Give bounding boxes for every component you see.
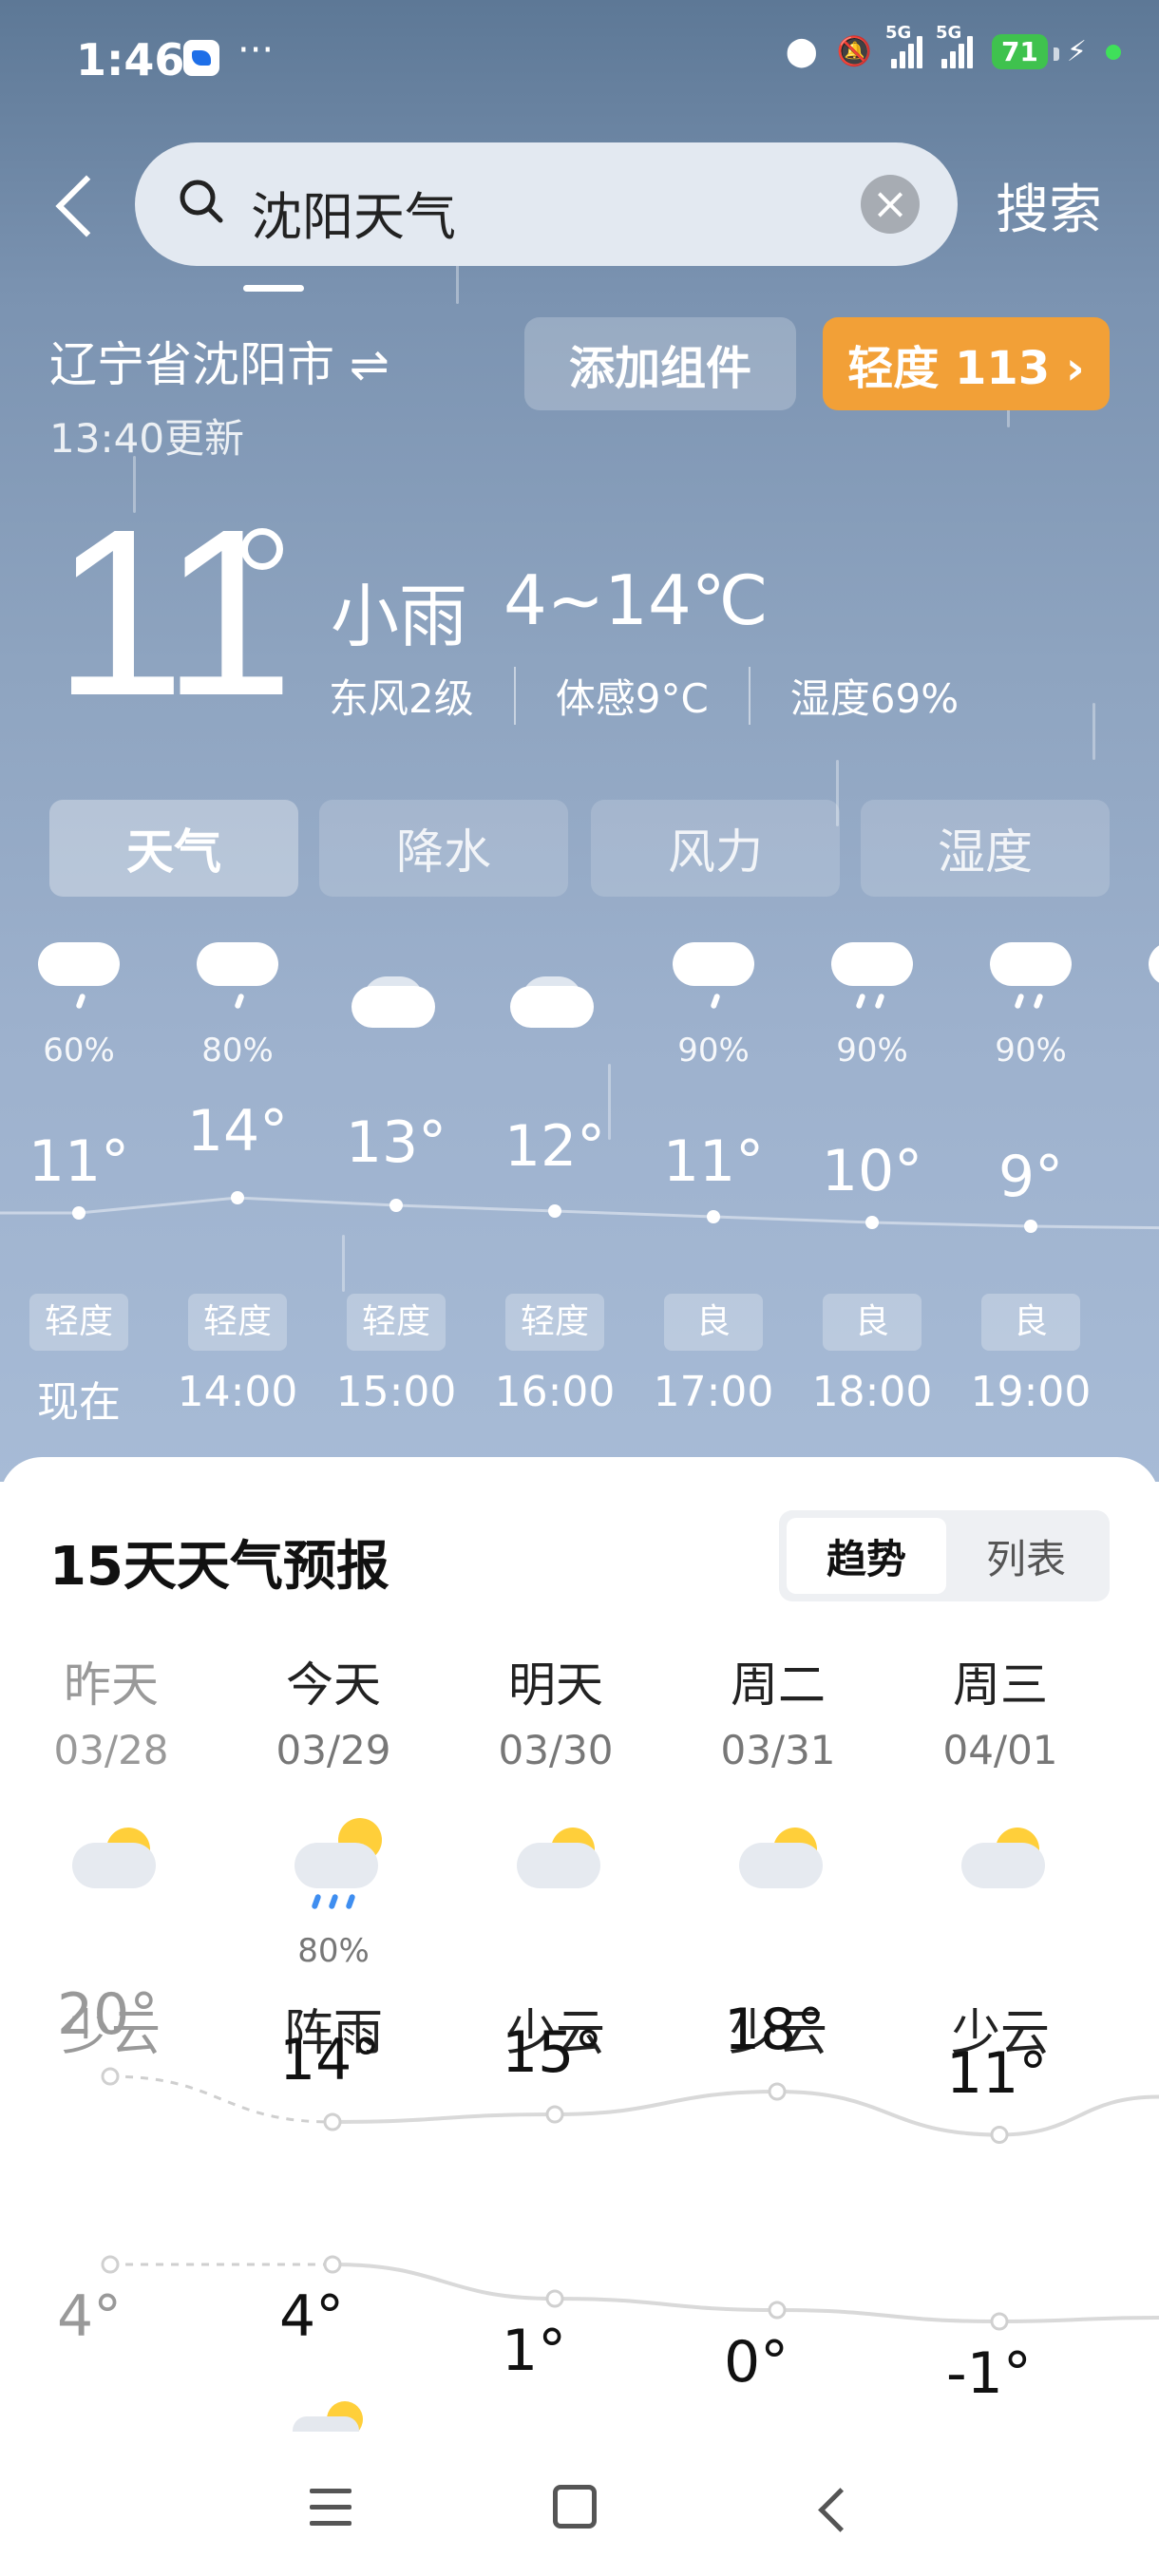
degree-symbol bbox=[241, 528, 283, 570]
hourly-time: 15:00 bbox=[335, 1368, 457, 1416]
feels-like-text: 体感9°C bbox=[556, 667, 750, 725]
cloudy-icon bbox=[315, 927, 477, 1032]
light-rain-icon bbox=[157, 927, 318, 1032]
air-quality-badge: 轻度 bbox=[29, 1294, 128, 1351]
battery-indicator: 71 bbox=[991, 34, 1059, 69]
high-temperature-point bbox=[101, 2067, 120, 2086]
light-rain-icon bbox=[633, 927, 794, 1032]
current-condition: 小雨 bbox=[331, 577, 468, 656]
home-button[interactable] bbox=[553, 2485, 597, 2529]
low-temperature-point bbox=[990, 2312, 1009, 2331]
mute-icon: 🔕 bbox=[836, 35, 872, 68]
low-temperature-point bbox=[323, 2255, 342, 2274]
hourly-item[interactable]: 13° 轻度 15:00 bbox=[315, 927, 477, 1416]
high-temperature-label: 14° bbox=[279, 2027, 381, 2093]
status-bar: 1:46 ··· ⬤ 🔕 5G 5G 71 ⚡ bbox=[0, 0, 1159, 114]
hourly-item[interactable]: 90% 11° 良 17:00 bbox=[633, 927, 794, 1416]
add-widget-button[interactable]: 添加组件 bbox=[524, 317, 796, 410]
low-temperature-label: 4° bbox=[57, 2283, 123, 2350]
air-quality-badge: 良 bbox=[664, 1294, 763, 1351]
aqi-button[interactable]: 轻度 113 › bbox=[823, 317, 1110, 410]
precipitation-chance: 80% bbox=[201, 1032, 274, 1070]
hourly-item[interactable]: 90% 10° 良 18:00 bbox=[791, 927, 953, 1416]
search-button[interactable]: 搜索 bbox=[996, 167, 1102, 244]
high-temperature-label: 20° bbox=[57, 1981, 159, 2048]
air-quality-badge: 轻度 bbox=[347, 1294, 446, 1351]
low-temperature-point bbox=[545, 2289, 564, 2308]
location-switch[interactable]: 辽宁省沈阳市 ⇌ bbox=[49, 327, 390, 395]
high-temperature-label: 18° bbox=[724, 1997, 826, 2063]
precipitation-chance: 60% bbox=[43, 1032, 115, 1070]
hourly-time: 19:00 bbox=[970, 1368, 1092, 1416]
rain-icon bbox=[950, 927, 1112, 1032]
high-temperature-label: 15° bbox=[502, 2019, 603, 2086]
clear-icon[interactable]: × bbox=[861, 175, 920, 234]
hourly-item[interactable]: 920 bbox=[1109, 927, 1159, 1032]
precipitation-chance: 90% bbox=[995, 1032, 1067, 1070]
tab-humidity[interactable]: 湿度 bbox=[861, 800, 1110, 897]
hourly-time: 20 bbox=[1109, 1368, 1159, 1416]
air-quality-badge: 轻度 bbox=[505, 1294, 604, 1351]
location-icon: ⬤ bbox=[786, 35, 818, 68]
system-back-button[interactable] bbox=[813, 2489, 855, 2530]
high-temperature-point bbox=[768, 2082, 787, 2101]
tab-indicator bbox=[243, 285, 304, 292]
low-temperature-label: -1° bbox=[946, 2340, 1032, 2407]
status-time: 1:46 bbox=[76, 34, 185, 85]
hourly-time: 17:00 bbox=[653, 1368, 774, 1416]
high-temperature-point bbox=[545, 2105, 564, 2124]
signal-icon: 5G bbox=[885, 23, 922, 68]
air-quality-badge: 轻度 bbox=[188, 1294, 287, 1351]
search-query: 沈阳天气 bbox=[251, 187, 456, 247]
search-icon bbox=[180, 180, 223, 223]
air-quality-badge: 良 bbox=[823, 1294, 922, 1351]
hourly-time: 现在 bbox=[37, 1378, 121, 1427]
hourly-temperature: 14° bbox=[186, 1098, 289, 1165]
humidity-text: 湿度69% bbox=[789, 675, 960, 722]
low-temperature-label: 1° bbox=[502, 2318, 567, 2384]
high-temperature-label: 11° bbox=[946, 2039, 1048, 2107]
tab-precipitation[interactable]: 降水 bbox=[319, 800, 568, 897]
current-details: 东风2级 体感9°C 湿度69% bbox=[329, 667, 1038, 725]
recent-apps-button[interactable] bbox=[310, 2489, 352, 2527]
high-temperature-point bbox=[323, 2112, 342, 2131]
hourly-item[interactable]: 90% 9° 良 19:00 bbox=[950, 927, 1112, 1416]
hourly-time: 18:00 bbox=[811, 1368, 933, 1416]
temperature-range: 4~14℃ bbox=[504, 560, 769, 640]
rain-icon bbox=[791, 927, 953, 1032]
cloudy-icon bbox=[474, 927, 636, 1032]
precipitation-chance: 90% bbox=[677, 1032, 750, 1070]
app-notification-icon bbox=[183, 40, 219, 76]
forecast-sheet: 15天天气预报 趋势 列表 昨天 03/28 少云 今天 03/29 80% 阵雨 明天 03/… bbox=[0, 1457, 1159, 2576]
system-navigation-bar bbox=[0, 2432, 1159, 2576]
hourly-temperature-line bbox=[0, 1196, 1159, 1230]
back-button[interactable] bbox=[48, 167, 104, 243]
precipitation-chance: 9 bbox=[1109, 1032, 1159, 1070]
search-input[interactable]: 沈阳天气 × bbox=[135, 142, 958, 266]
hourly-item[interactable]: 80% 14° 轻度 14:00 bbox=[157, 927, 318, 1416]
tab-weather[interactable]: 天气 bbox=[49, 800, 298, 897]
hourly-time: 16:00 bbox=[494, 1368, 616, 1416]
low-temperature-label: 0° bbox=[724, 2329, 789, 2396]
tab-wind[interactable]: 风力 bbox=[591, 800, 840, 897]
low-temperature-line bbox=[332, 2263, 1159, 2324]
rain-icon bbox=[1109, 927, 1159, 1032]
high-temperature-point bbox=[990, 2126, 1009, 2144]
low-temperature-point bbox=[768, 2301, 787, 2320]
hourly-item[interactable]: 12° 轻度 16:00 bbox=[474, 927, 636, 1416]
hourly-time: 14:00 bbox=[177, 1368, 298, 1416]
more-notifications-icon: ··· bbox=[238, 28, 275, 72]
air-quality-badge: 良 bbox=[981, 1294, 1080, 1351]
hourly-item[interactable]: 60% 11° 轻度 现在 bbox=[0, 927, 160, 1427]
charging-icon: ⚡ bbox=[1066, 35, 1087, 68]
light-rain-icon bbox=[0, 927, 160, 1032]
privacy-dot bbox=[1106, 44, 1121, 60]
moon-icon bbox=[293, 2399, 369, 2432]
low-temperature-label: 4° bbox=[279, 2283, 345, 2350]
low-temperature-point bbox=[101, 2255, 120, 2274]
wind-text: 东风2级 bbox=[329, 667, 516, 725]
signal-icon-2: 5G bbox=[936, 23, 973, 68]
update-time: 13:40更新 bbox=[49, 415, 245, 462]
precipitation-chance: 90% bbox=[836, 1032, 908, 1070]
